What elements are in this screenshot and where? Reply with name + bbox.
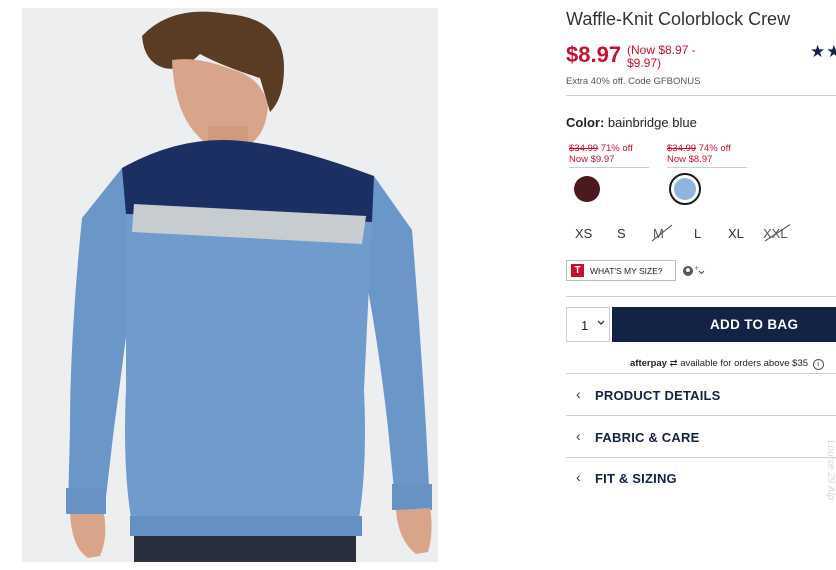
accordion-label: FABRIC & CARE: [595, 430, 700, 445]
chevron-left-icon: ‹: [576, 386, 581, 402]
sweater-model-illustration: [22, 8, 438, 562]
product-image: [22, 8, 438, 562]
now-price: Now $8.97: [667, 154, 713, 165]
divider: [566, 95, 836, 96]
size-m-unavailable[interactable]: M: [651, 224, 673, 242]
was-price: $34.99: [569, 143, 599, 154]
now-price: Now $9.97: [569, 154, 615, 165]
swatch-group-blue: $34.99 74% off Now $8.97: [667, 143, 747, 205]
add-to-bag-button[interactable]: ADD TO BAG: [612, 307, 836, 342]
discount-percent: 71% off: [600, 143, 633, 154]
color-swatch-bainbridge-blue[interactable]: [669, 173, 701, 205]
size-xs[interactable]: XS: [575, 226, 592, 241]
quantity-value: 1: [581, 318, 589, 333]
color-value: bainbridge blue: [607, 115, 697, 130]
accordion-label: PRODUCT DETAILS: [595, 388, 721, 403]
accordion-label: FIT & SIZING: [595, 471, 677, 486]
swatch-price: $34.99 74% off Now $8.97: [667, 143, 747, 168]
swatch-group-burgundy: $34.99 71% off Now $9.97: [569, 143, 649, 202]
swatch-price: $34.99 71% off Now $9.97: [569, 143, 649, 168]
afterpay-logo: afterpay: [630, 358, 667, 369]
whats-my-size-button[interactable]: T WHAT'S MY SIZE?: [566, 260, 676, 281]
product-title: Waffle-Knit Colorblock Crew: [566, 9, 791, 29]
rating-stars[interactable]: ★★: [810, 42, 836, 62]
color-line: Color: bainbridge blue: [566, 115, 697, 130]
chevron-left-icon: ‹: [576, 428, 581, 444]
accordion-fit-sizing[interactable]: ‹ FIT & SIZING: [566, 458, 836, 498]
add-to-bag-label: ADD TO BAG: [710, 317, 799, 332]
swatch-fill: [674, 178, 696, 200]
size-xl[interactable]: XL: [728, 226, 744, 241]
size-l[interactable]: L: [694, 226, 701, 241]
afterpay-message: afterpay ⇄ available for orders above $3…: [630, 358, 824, 370]
accordion-product-details[interactable]: ‹ PRODUCT DETAILS: [566, 375, 836, 415]
strike-icon: [764, 224, 790, 242]
chevron-left-icon: ‹: [576, 469, 581, 485]
svg-text:+: +: [694, 265, 699, 272]
product-info-panel: Waffle-Knit Colorblock Crew ★★ $8.97 (No…: [566, 0, 836, 570]
divider: [566, 296, 836, 297]
size-s[interactable]: S: [617, 226, 626, 241]
account-chevron-icon[interactable]: +: [683, 265, 705, 277]
size-selector: XS S M L XL XXL: [566, 224, 836, 244]
watermark: Louise 29 Alp: [825, 440, 836, 501]
info-icon[interactable]: i: [812, 359, 824, 370]
strike-icon: [651, 224, 673, 242]
divider: [566, 373, 836, 374]
current-price: $8.97: [566, 42, 622, 67]
size-xxl-unavailable[interactable]: XXL: [763, 224, 790, 242]
afterpay-arrows-icon: ⇄: [669, 358, 678, 369]
was-price: $34.99: [667, 143, 697, 154]
promo-text: Extra 40% off. Code GFBONUS: [566, 76, 701, 87]
accordion-fabric-care[interactable]: ‹ FABRIC & CARE: [566, 417, 836, 457]
color-label: Color:: [566, 115, 605, 130]
true-fit-icon: T: [571, 264, 584, 277]
afterpay-text: available for orders above $35: [680, 358, 809, 369]
discount-percent: 74% off: [698, 143, 731, 154]
whats-my-size-label: WHAT'S MY SIZE?: [590, 266, 663, 276]
divider: [566, 415, 836, 416]
quantity-select[interactable]: 1: [566, 307, 610, 342]
chevron-down-icon: [597, 320, 605, 325]
color-swatch-burgundy[interactable]: [574, 176, 600, 202]
price-range: (Now $8.97 - $9.97): [627, 43, 696, 70]
